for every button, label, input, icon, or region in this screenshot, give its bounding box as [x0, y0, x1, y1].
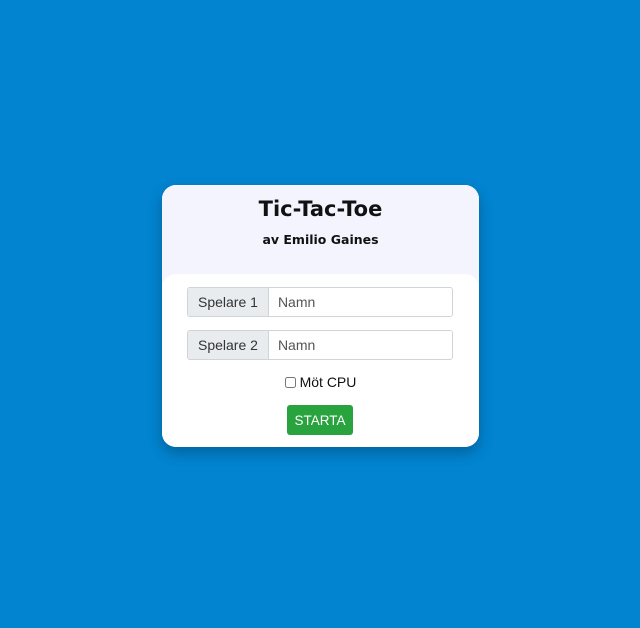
author-subtitle: av Emilio Gaines — [262, 232, 379, 247]
player1-label: Spelare 1 — [188, 288, 269, 316]
page-title: Tic-Tac-Toe — [258, 197, 383, 221]
player1-name-input[interactable] — [268, 288, 452, 316]
player2-name-input[interactable] — [268, 331, 452, 359]
cpu-checkbox[interactable] — [284, 377, 296, 388]
cpu-option: Möt CPU — [162, 374, 479, 390]
player2-input-group: Spelare 2 — [187, 330, 453, 360]
cpu-checkbox-label[interactable]: Möt CPU — [300, 374, 357, 390]
start-card: Tic-Tac-Toe av Emilio Gaines Spelare 1 S… — [162, 185, 479, 447]
card-header: Tic-Tac-Toe av Emilio Gaines — [162, 185, 479, 285]
player2-label: Spelare 2 — [188, 331, 269, 359]
player1-input-group: Spelare 1 — [187, 287, 453, 317]
start-button[interactable]: STARTA — [287, 405, 353, 435]
